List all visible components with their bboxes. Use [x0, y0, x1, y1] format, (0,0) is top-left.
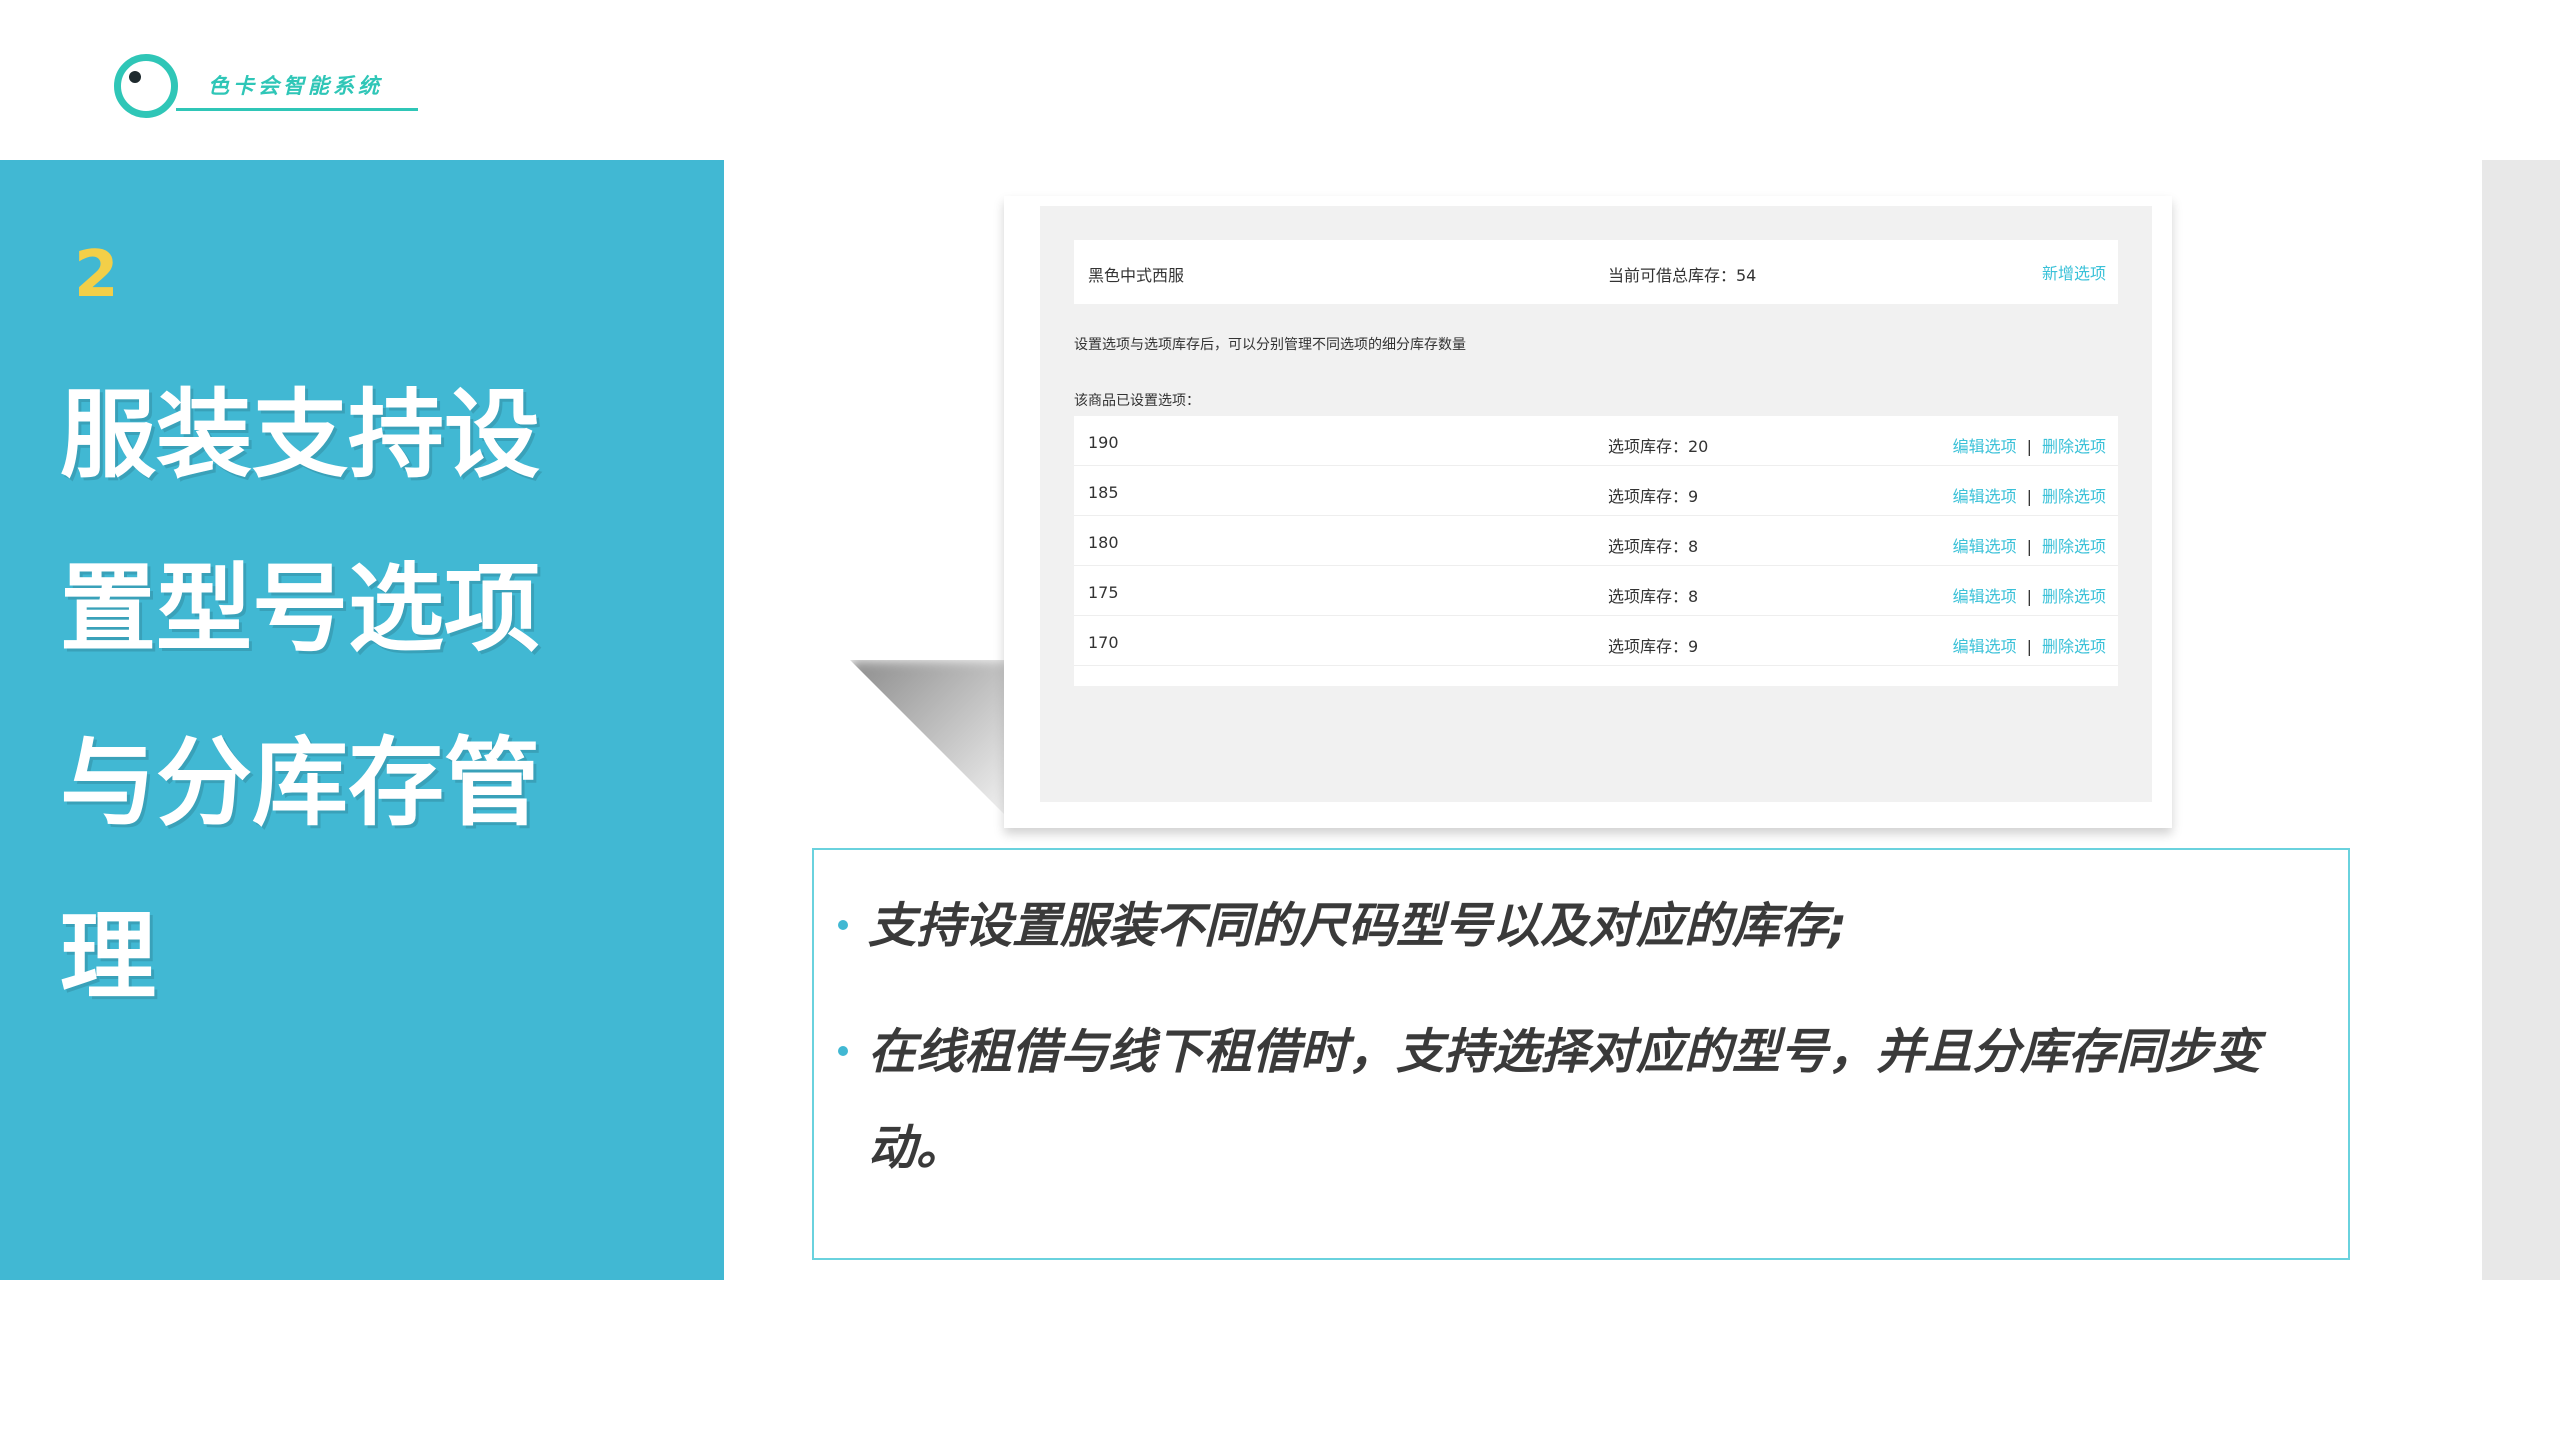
option-size: 185	[1088, 483, 1119, 502]
edit-option-link[interactable]: 编辑选项	[1953, 587, 2017, 606]
row-actions: 编辑选项 | 删除选项	[1953, 483, 2106, 507]
edit-option-link[interactable]: 编辑选项	[1953, 537, 2017, 556]
total-stock: 当前可借总库存：54	[1608, 266, 1757, 285]
add-option-link[interactable]: 新增选项	[2042, 260, 2106, 284]
row-actions: 编辑选项 | 删除选项	[1953, 583, 2106, 607]
option-size: 175	[1088, 583, 1119, 602]
table-row: 190 选项库存：20 编辑选项 | 删除选项	[1074, 416, 2118, 466]
option-stock: 选项库存：8	[1608, 537, 1699, 556]
row-actions: 编辑选项 | 删除选项	[1953, 533, 2106, 557]
action-separator: |	[2026, 537, 2032, 556]
logo-underline	[176, 108, 418, 111]
edit-option-link[interactable]: 编辑选项	[1953, 487, 2017, 506]
option-stock: 选项库存：9	[1608, 637, 1699, 656]
logo-ring-icon	[114, 54, 178, 118]
action-separator: |	[2026, 437, 2032, 456]
feature-item: 在线租借与线下租借时，支持选择对应的型号，并且分库存同步变动。	[838, 1004, 2308, 1196]
action-separator: |	[2026, 587, 2032, 606]
delete-option-link[interactable]: 删除选项	[2042, 437, 2106, 456]
action-separator: |	[2026, 487, 2032, 506]
product-header: 黑色中式西服 当前可借总库存：54 新增选项	[1074, 240, 2118, 304]
row-actions: 编辑选项 | 删除选项	[1953, 633, 2106, 657]
inventory-screenshot: 黑色中式西服 当前可借总库存：54 新增选项 设置选项与选项库存后，可以分别管理…	[1040, 206, 2152, 802]
option-stock: 选项库存：9	[1608, 487, 1699, 506]
right-decor-strip	[2482, 160, 2560, 1280]
title-panel: 2 服装支持设置型号选项与分库存管理	[0, 160, 724, 1280]
option-size: 190	[1088, 433, 1119, 452]
options-subtitle: 该商品已设置选项：	[1074, 393, 1200, 409]
option-note: 设置选项与选项库存后，可以分别管理不同选项的细分库存数量	[1074, 337, 1466, 353]
option-size: 180	[1088, 533, 1119, 552]
delete-option-link[interactable]: 删除选项	[2042, 487, 2106, 506]
table-row: 170 选项库存：9 编辑选项 | 删除选项	[1074, 616, 2118, 666]
table-row: 185 选项库存：9 编辑选项 | 删除选项	[1074, 466, 2118, 516]
section-title: 服装支持设置型号选项与分库存管理	[60, 379, 540, 1013]
option-size: 170	[1088, 633, 1119, 652]
delete-option-link[interactable]: 删除选项	[2042, 587, 2106, 606]
product-name: 黑色中式西服	[1088, 266, 1185, 285]
brand-logo: 色卡会智能系统	[112, 50, 418, 118]
delete-option-link[interactable]: 删除选项	[2042, 637, 2106, 656]
table-row: 180 选项库存：8 编辑选项 | 删除选项	[1074, 516, 2118, 566]
option-stock: 选项库存：8	[1608, 587, 1699, 606]
feature-item: 支持设置服装不同的尺码型号以及对应的库存;	[838, 878, 2308, 974]
edit-option-link[interactable]: 编辑选项	[1953, 437, 2017, 456]
feature-list: 支持设置服装不同的尺码型号以及对应的库存; 在线租借与线下租借时，支持选择对应的…	[812, 848, 2350, 1260]
option-stock: 选项库存：20	[1608, 437, 1709, 456]
table-row: 175 选项库存：8 编辑选项 | 删除选项	[1074, 566, 2118, 616]
edit-option-link[interactable]: 编辑选项	[1953, 637, 2017, 656]
brand-name: 色卡会智能系统	[208, 74, 383, 98]
action-separator: |	[2026, 637, 2032, 656]
section-number: 2	[74, 238, 119, 312]
logo-dot-icon	[129, 71, 141, 83]
delete-option-link[interactable]: 删除选项	[2042, 537, 2106, 556]
options-table: 190 选项库存：20 编辑选项 | 删除选项 185 选项库存：9 编辑选项 | 删除…	[1074, 416, 2118, 686]
row-actions: 编辑选项 | 删除选项	[1953, 433, 2106, 457]
screenshot-shadow	[850, 660, 1010, 820]
